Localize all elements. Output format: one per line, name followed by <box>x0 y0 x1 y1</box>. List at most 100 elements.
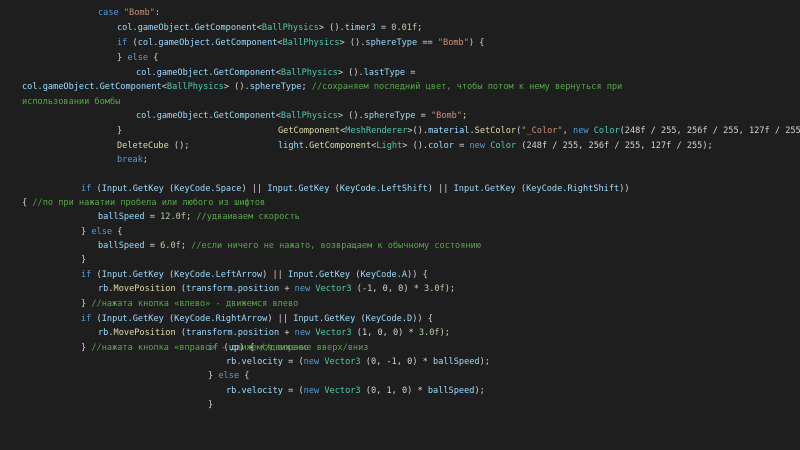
code-token: > (). <box>223 82 250 92</box>
code-token: MeshRenderer <box>345 126 408 136</box>
code-token: KeyCode.LeftShift <box>339 184 428 194</box>
code-line: break; <box>117 154 148 166</box>
code-token: ( <box>91 270 102 280</box>
code-token: (-1, 0, 0) * <box>351 284 425 294</box>
code-token: velocity <box>241 357 283 367</box>
code-token: break <box>117 155 143 165</box>
code-token: GetComponent <box>309 141 372 151</box>
code-token: = <box>415 111 431 121</box>
code-token: > (). <box>337 68 364 78</box>
code-token: ) || <box>262 270 289 280</box>
code-comment: //сохраняем последний цвет, чтобы потом … <box>311 82 623 92</box>
code-token: new <box>469 141 486 151</box>
code-token: (1, 0, 0) * <box>351 328 419 338</box>
code-token: "Bomb" <box>123 8 155 18</box>
code-token: } <box>208 371 219 381</box>
code-line: } <box>208 399 213 411</box>
code-token: up <box>228 343 240 353</box>
code-token: } <box>81 255 87 265</box>
code-token: : <box>154 8 161 18</box>
code-line: if (up) { //движение вверх/вниз <box>208 342 368 354</box>
code-token: else <box>127 53 149 63</box>
code-comment: //нажата кнопка «влево» - движемся влево <box>91 299 299 309</box>
code-token: ( <box>355 314 366 324</box>
code-token: (248f / 255, 256f / 255, 127f / 255)); <box>619 126 800 136</box>
code-token: ( <box>127 38 138 48</box>
code-token: + <box>279 284 295 294</box>
code-token: (248f / 255, 256f / 255, 127f / 255); <box>516 141 713 151</box>
code-token: ; <box>462 111 468 121</box>
code-comment: //движение вверх/вниз <box>259 343 369 353</box>
code-token: } <box>81 299 92 309</box>
code-token: 0.01f <box>391 23 418 33</box>
code-token: if <box>81 314 92 324</box>
code-token: == <box>417 38 438 48</box>
code-token: = <box>405 68 416 78</box>
code-token: } <box>81 343 92 353</box>
code-token: Input.GetKey <box>101 270 164 280</box>
code-line: { //по при нажатии пробела или любого из… <box>22 197 265 209</box>
code-token: 3.0f <box>418 328 440 338</box>
code-token: KeyCode.D <box>365 314 413 324</box>
code-token: Vector3 <box>315 328 352 338</box>
code-token: new <box>573 126 589 136</box>
code-token: SetColor <box>474 126 517 136</box>
code-token: lastType <box>363 68 406 78</box>
code-token: > (). <box>337 111 364 121</box>
code-token: ( <box>91 184 102 194</box>
code-line: } else { <box>208 370 249 382</box>
code-token: , <box>562 126 574 136</box>
code-token: ); <box>439 328 450 338</box>
code-token: else <box>218 371 240 381</box>
code-token: } <box>117 126 123 136</box>
code-token: BallPhysics <box>166 82 224 92</box>
code-token: ( <box>175 284 186 294</box>
code-token: ) || <box>267 314 294 324</box>
code-token: BallPhysics <box>282 38 340 48</box>
code-token: Input.GetKey <box>101 314 164 324</box>
code-token: sphereType <box>363 111 416 121</box>
code-token: light <box>278 141 304 151</box>
code-token: 12.0f <box>160 212 186 222</box>
code-token: BallPhysics <box>261 23 319 33</box>
code-token: ; <box>417 23 423 33</box>
code-token: ; <box>142 155 149 165</box>
code-token: KeyCode.RightShift <box>526 184 620 194</box>
code-token: (0, -1, 0) * <box>360 357 434 367</box>
code-token: ( <box>163 184 175 194</box>
code-token: ( <box>515 184 527 194</box>
code-line: col.gameObject.GetComponent<BallPhysics>… <box>22 81 622 93</box>
code-token: ( <box>329 184 340 194</box>
code-token: material <box>428 126 470 136</box>
code-token: else <box>91 227 113 237</box>
code-editor[interactable]: case "Bomb": col.gameObject.GetComponent<… <box>0 0 800 450</box>
code-token: = <box>375 23 392 33</box>
code-token: col.gameObject.GetComponent <box>137 38 278 48</box>
code-token: transform.position <box>186 328 280 338</box>
code-token: MovePosition <box>113 284 176 294</box>
code-line: ballSpeed = 12.0f; //удваиваем скорость <box>98 211 300 223</box>
code-token: col.gameObject.GetComponent <box>136 68 276 78</box>
code-token: ( <box>218 343 229 353</box>
code-line: col.gameObject.GetComponent<BallPhysics>… <box>117 22 422 34</box>
code-token: new <box>294 328 311 338</box>
code-token: ( <box>163 270 175 280</box>
code-token: ballSpeed <box>98 241 145 251</box>
code-comment: //по при нажатии пробела или любого из ш… <box>32 198 266 208</box>
code-token: transform.position <box>186 284 280 294</box>
code-line: rb.MovePosition (transform.position + ne… <box>98 327 450 339</box>
code-line: } <box>117 125 122 137</box>
code-token: ; <box>185 212 197 222</box>
code-token: ) { <box>239 343 260 353</box>
code-line: col.gameObject.GetComponent<BallPhysics>… <box>136 110 467 122</box>
code-token: { <box>239 371 250 381</box>
code-token: BallPhysics <box>280 68 338 78</box>
code-token: > (). <box>402 141 429 151</box>
code-token: if <box>117 38 128 48</box>
code-token: Input.GetKey <box>267 184 330 194</box>
code-token: MovePosition <box>113 328 176 338</box>
code-line: if (Input.GetKey (KeyCode.LeftArrow) || … <box>81 269 428 281</box>
code-line: GetComponent<MeshRenderer>().material.Se… <box>278 125 800 137</box>
code-token: Vector3 <box>315 284 352 294</box>
code-token: "_Color" <box>521 126 563 136</box>
